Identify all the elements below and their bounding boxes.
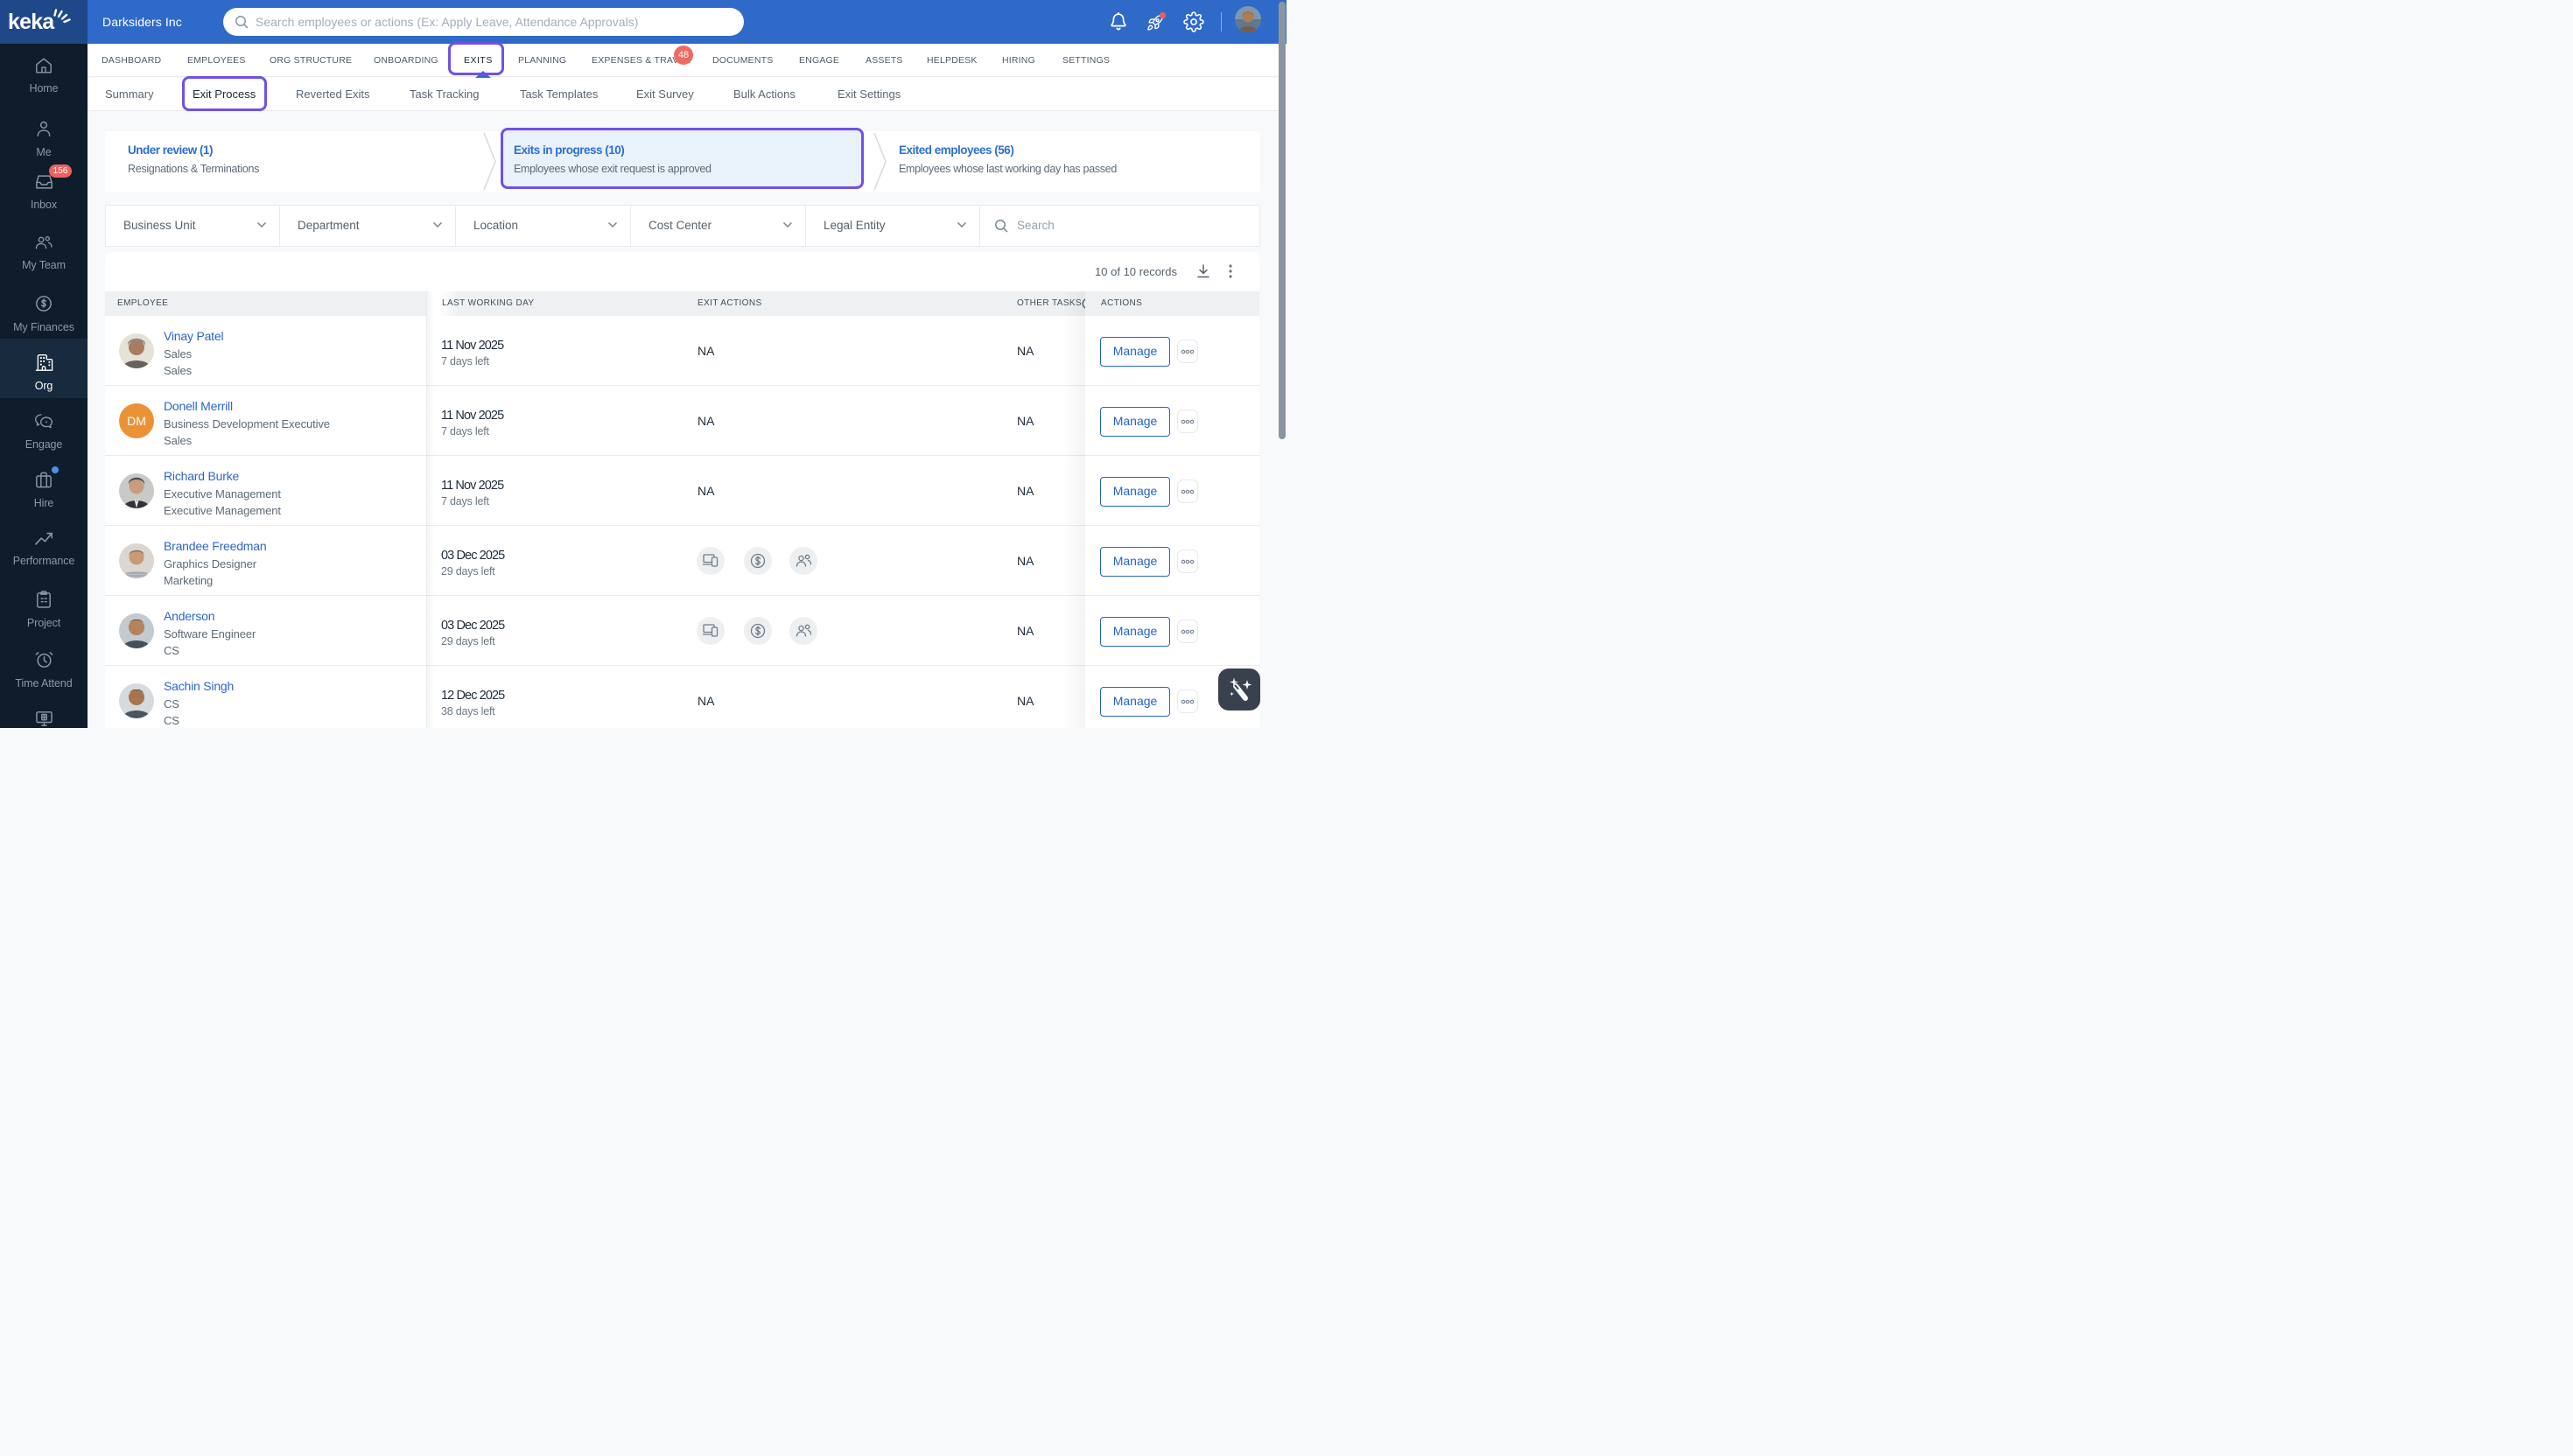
svg-text:keka: keka — [8, 10, 55, 34]
